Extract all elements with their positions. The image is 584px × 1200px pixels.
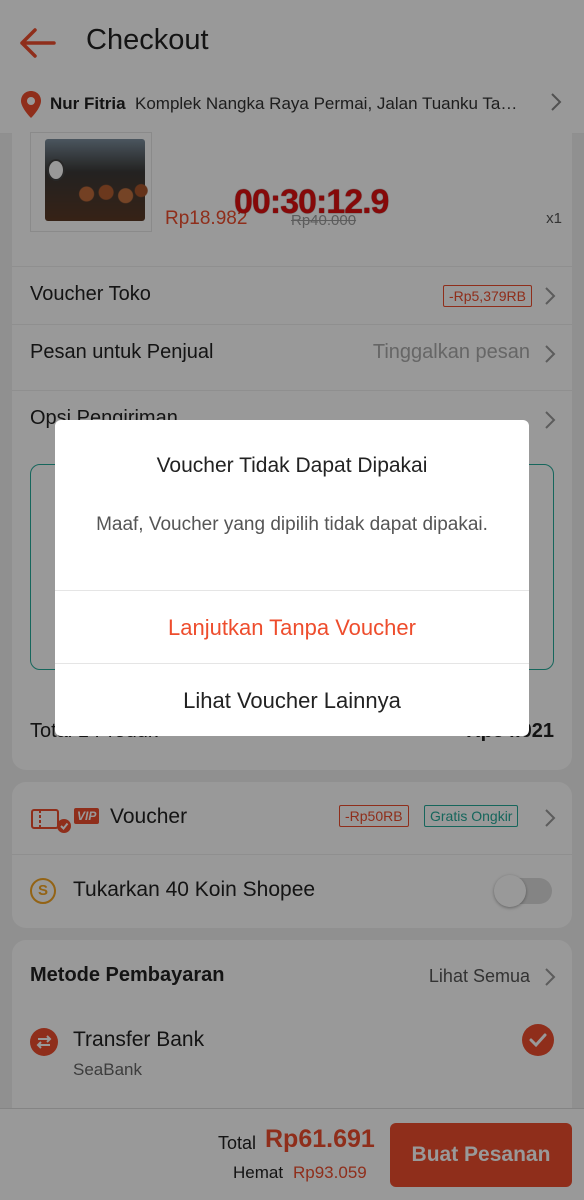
see-other-vouchers-button[interactable]: Lihat Voucher Lainnya [55,663,529,736]
dialog-title: Voucher Tidak Dapat Dipakai [156,454,428,477]
continue-without-voucher-button[interactable]: Lanjutkan Tanpa Voucher [55,590,529,663]
dialog-message: Maaf, Voucher yang dipilih tidak dapat d… [96,514,488,535]
voucher-error-dialog: Voucher Tidak Dapat Dipakai Maaf, Vouche… [55,420,529,736]
